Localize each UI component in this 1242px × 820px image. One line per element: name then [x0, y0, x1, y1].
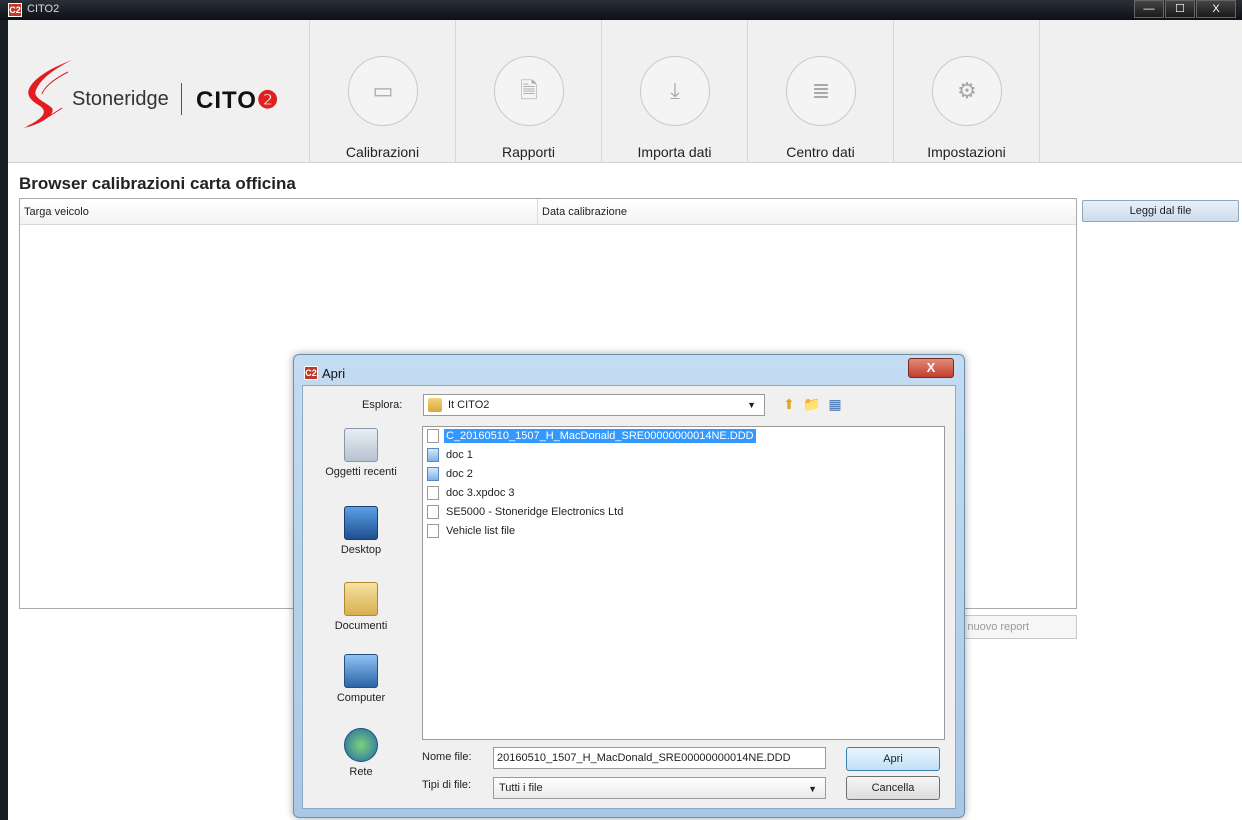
dialog-toolbar: ⬆ 📁 ▦ [780, 395, 844, 413]
card-icon: ▭ [348, 56, 418, 126]
new-folder-icon[interactable]: 📁 [803, 395, 821, 413]
brand-name: Stoneridge [72, 88, 169, 110]
place-network[interactable]: Rete [311, 728, 411, 778]
place-label: Oggetti recenti [325, 466, 397, 478]
maximize-button[interactable]: ☐ [1165, 0, 1195, 18]
file-type-value: Tutti i file [499, 782, 543, 794]
dialog-close-button[interactable]: X [908, 358, 954, 378]
file-icon [427, 524, 439, 538]
file-name: C_20160510_1507_H_MacDonald_SRE000000000… [444, 429, 756, 443]
list-item[interactable]: doc 1 [427, 448, 475, 465]
file-icon [427, 429, 439, 443]
file-icon [427, 486, 439, 500]
nav-centro-dati[interactable]: ≣ Centro dati [748, 20, 894, 163]
product-suffix: ❷ [256, 87, 280, 114]
page-title: Browser calibrazioni carta officina [19, 174, 296, 193]
look-in-value: It CITO2 [448, 399, 490, 411]
list-item[interactable]: doc 2 [427, 467, 475, 484]
close-button[interactable]: X [1196, 0, 1236, 18]
file-name: Vehicle list file [446, 525, 516, 537]
file-name: doc 3.xpdoc 3 [446, 487, 515, 499]
column-divider [537, 199, 538, 225]
read-from-file-button[interactable]: Leggi dal file [1082, 200, 1239, 222]
look-in-label: Esplora: [362, 399, 403, 411]
chevron-down-icon: ▼ [747, 400, 756, 410]
open-dialog: C2 Apri X Esplora: It CITO2 ▼ ⬆ 📁 ▦ Ogge… [293, 354, 965, 818]
minimize-button[interactable]: — [1134, 0, 1164, 18]
download-icon: ⤓ [640, 56, 710, 126]
nav-label: Centro dati [786, 144, 855, 160]
file-type-label: Tipi di file: [422, 779, 472, 791]
place-label: Documenti [334, 620, 388, 632]
network-icon [344, 728, 378, 762]
database-icon: ≣ [786, 56, 856, 126]
dialog-title: Apri [322, 366, 346, 381]
window-titlebar: C2 CITO2 — ☐ X [0, 0, 1242, 20]
document-icon: 🗎 [494, 56, 564, 126]
nav-calibrazioni[interactable]: ▭ Calibrazioni [310, 20, 456, 163]
desktop-icon [344, 506, 378, 540]
chevron-down-icon: ▼ [808, 784, 817, 794]
nav-label: Calibrazioni [345, 144, 420, 160]
list-item[interactable]: SE5000 - Stoneridge Electronics Ltd [427, 505, 625, 522]
file-name: doc 1 [446, 449, 473, 461]
window-title: CITO2 [27, 3, 60, 15]
place-desktop[interactable]: Desktop [311, 506, 411, 556]
logo: Stoneridge CITO❷ [8, 20, 310, 163]
file-name-label: Nome file: [422, 751, 472, 763]
gear-icon: ⚙ [932, 56, 1002, 126]
places-bar: Oggetti recenti Desktop Documenti Comput… [311, 426, 411, 778]
cancel-button[interactable]: Cancella [846, 776, 940, 800]
table-header: Targa veicolo Data calibrazione [20, 199, 1076, 225]
app-header: Stoneridge CITO❷ ▭ Calibrazioni 🗎 Rappor… [8, 20, 1242, 163]
file-name: doc 2 [446, 468, 473, 480]
place-label: Rete [349, 766, 373, 778]
place-documents[interactable]: Documenti [311, 582, 411, 632]
look-in-select[interactable]: It CITO2 ▼ [423, 394, 765, 416]
recent-items-icon [344, 428, 378, 462]
file-name-input[interactable]: 20160510_1507_H_MacDonald_SRE00000000014… [493, 747, 826, 769]
nav-rapporti[interactable]: 🗎 Rapporti [456, 20, 602, 163]
folder-icon [428, 398, 442, 412]
stoneridge-swoosh-icon [24, 60, 72, 128]
window-controls: — ☐ X [1133, 0, 1236, 18]
column-header-data[interactable]: Data calibrazione [542, 206, 627, 218]
window-left-edge [0, 20, 8, 820]
product-name: CITO❷ [196, 86, 279, 115]
place-label: Desktop [340, 544, 382, 556]
dialog-body: Esplora: It CITO2 ▼ ⬆ 📁 ▦ Oggetti recent… [302, 385, 956, 809]
nav-label: Impostazioni [927, 144, 1006, 160]
image-file-icon [427, 448, 439, 462]
file-icon [427, 505, 439, 519]
list-item[interactable]: C_20160510_1507_H_MacDonald_SRE000000000… [427, 429, 756, 446]
list-item[interactable]: Vehicle list file [427, 524, 517, 541]
product-text: CITO [196, 87, 257, 114]
computer-icon [344, 654, 378, 688]
open-button[interactable]: Apri [846, 747, 940, 771]
file-list[interactable]: C_20160510_1507_H_MacDonald_SRE000000000… [422, 426, 945, 740]
app-icon: C2 [8, 3, 22, 17]
dialog-app-icon: C2 [304, 366, 318, 380]
list-item[interactable]: doc 3.xpdoc 3 [427, 486, 517, 503]
documents-icon [344, 582, 378, 616]
file-name: SE5000 - Stoneridge Electronics Ltd [446, 506, 624, 518]
view-menu-icon[interactable]: ▦ [826, 395, 844, 413]
up-folder-icon[interactable]: ⬆ [780, 395, 798, 413]
file-type-select[interactable]: Tutti i file ▼ [493, 777, 826, 799]
logo-divider [181, 83, 182, 115]
nav-label: Rapporti [502, 144, 555, 160]
place-computer[interactable]: Computer [311, 654, 411, 704]
nav-impostazioni[interactable]: ⚙ Impostazioni [894, 20, 1040, 163]
place-recent[interactable]: Oggetti recenti [311, 428, 411, 478]
column-header-targa[interactable]: Targa veicolo [24, 206, 89, 218]
nav-label: Importa dati [637, 144, 712, 160]
image-file-icon [427, 467, 439, 481]
place-label: Computer [336, 692, 386, 704]
nav-importa-dati[interactable]: ⤓ Importa dati [602, 20, 748, 163]
